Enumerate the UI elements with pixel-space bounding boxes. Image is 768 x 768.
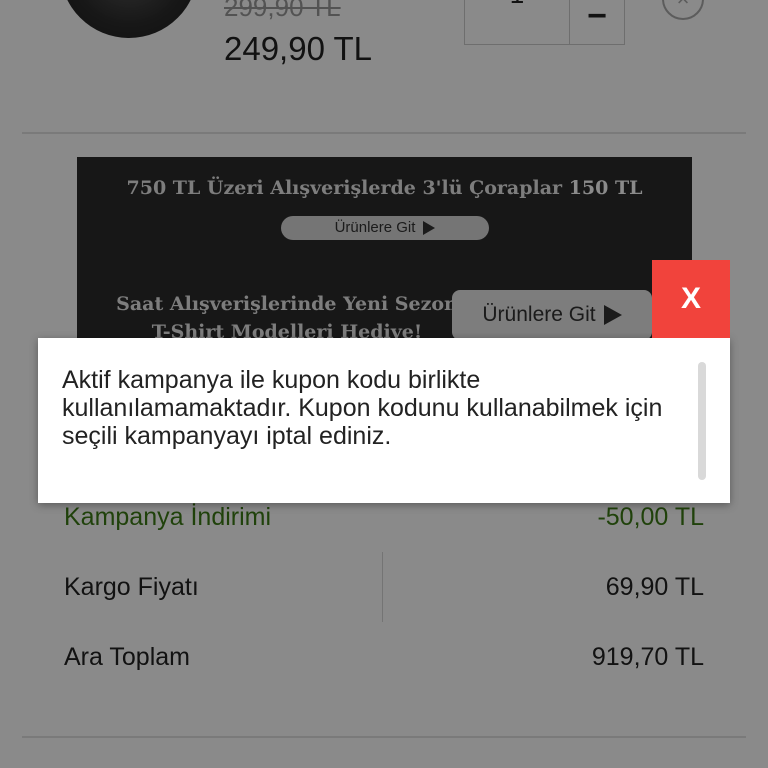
coupon-warning-dialog: Aktif kampanya ile kupon kodu birlikte k… (38, 338, 730, 503)
dialog-message: Aktif kampanya ile kupon kodu birlikte k… (62, 366, 663, 450)
close-dialog-button[interactable]: X (652, 260, 730, 338)
dialog-scrollbar[interactable] (698, 362, 706, 480)
